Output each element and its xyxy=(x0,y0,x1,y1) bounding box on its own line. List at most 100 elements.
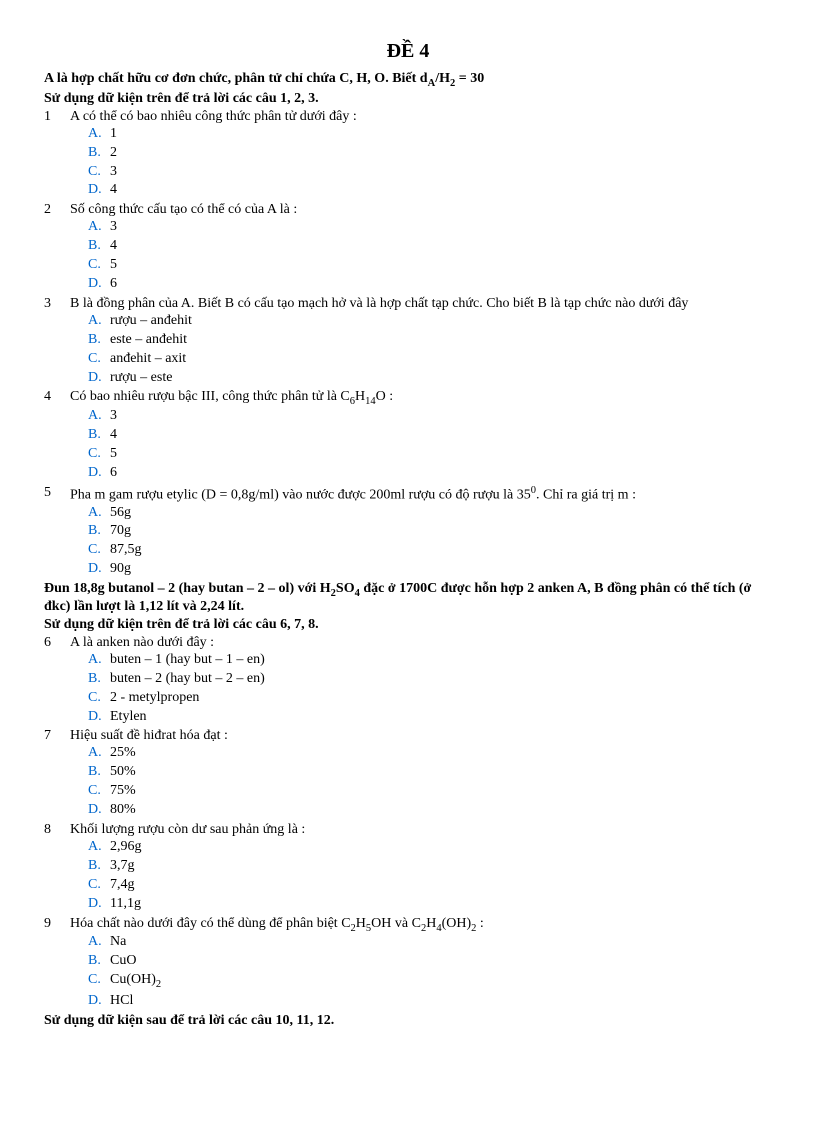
choice-label: C. xyxy=(88,445,110,464)
choice-text: 90g xyxy=(110,560,772,579)
choice-label: A. xyxy=(88,407,110,426)
choice: D.rượu – este xyxy=(88,369,772,388)
choice-text: 5 xyxy=(110,445,772,464)
choice-label: C. xyxy=(88,971,110,992)
choice-label: A. xyxy=(88,504,110,523)
choice-label: C. xyxy=(88,256,110,275)
choice-text: 25% xyxy=(110,744,772,763)
choice-text: buten – 2 (hay but – 2 – en) xyxy=(110,670,772,689)
question-text: B là đồng phân của A. Biết B có cấu tạo … xyxy=(70,296,772,312)
choice-text: 2,96g xyxy=(110,838,772,857)
choice-label: D. xyxy=(88,895,110,914)
choice-text: 2 - metylpropen xyxy=(110,689,772,708)
choice: C.75% xyxy=(88,782,772,801)
choice-label: D. xyxy=(88,801,110,820)
choice-label: A. xyxy=(88,933,110,952)
choice-label: A. xyxy=(88,125,110,144)
choice: B.buten – 2 (hay but – 2 – en) xyxy=(88,670,772,689)
choice-label: D. xyxy=(88,992,110,1011)
instruction-1: Sử dụng dữ kiện trên để trả lời các câu … xyxy=(44,91,772,107)
question-text: A là anken nào dưới đây : xyxy=(70,635,772,651)
question-1: 1A có thể có bao nhiêu công thức phân tử… xyxy=(44,109,772,201)
choice-label: A. xyxy=(88,744,110,763)
question-3: 3B là đồng phân của A. Biết B có cấu tạo… xyxy=(44,296,772,388)
choice: D.Etylen xyxy=(88,708,772,727)
choice: D.90g xyxy=(88,560,772,579)
choice-label: C. xyxy=(88,876,110,895)
choice: B.3,7g xyxy=(88,857,772,876)
choice-text: 80% xyxy=(110,801,772,820)
choice: C.anđehit – axit xyxy=(88,350,772,369)
choice: B.CuO xyxy=(88,952,772,971)
intro-text-1: A là hợp chất hữu cơ đơn chức, phân tử c… xyxy=(44,71,772,89)
choice: C.Cu(OH)2 xyxy=(88,971,772,992)
choice: C.2 - metylpropen xyxy=(88,689,772,708)
choice-text: este – anđehit xyxy=(110,331,772,350)
choice: A.rượu – anđehit xyxy=(88,312,772,331)
choice-text: 4 xyxy=(110,237,772,256)
question-number: 3 xyxy=(44,296,70,312)
question-text: Hiệu suất đề hiđrat hóa đạt : xyxy=(70,728,772,744)
choice-text: 11,1g xyxy=(110,895,772,914)
choice: C.3 xyxy=(88,163,772,182)
choice: A.25% xyxy=(88,744,772,763)
choice-label: C. xyxy=(88,689,110,708)
choice: B.50% xyxy=(88,763,772,782)
choice: B.70g xyxy=(88,522,772,541)
choice-label: D. xyxy=(88,369,110,388)
question-text: Có bao nhiêu rượu bậc III, công thức phâ… xyxy=(70,389,772,407)
choice: D.11,1g xyxy=(88,895,772,914)
choice-text: Cu(OH)2 xyxy=(110,971,772,992)
choice-text: 70g xyxy=(110,522,772,541)
question-number: 9 xyxy=(44,916,70,934)
choice-label: C. xyxy=(88,782,110,801)
choice-text: 3,7g xyxy=(110,857,772,876)
choice-label: B. xyxy=(88,331,110,350)
choice-text: 4 xyxy=(110,181,772,200)
choice-text: 7,4g xyxy=(110,876,772,895)
choice: A.3 xyxy=(88,218,772,237)
instruction-2: Sử dụng dữ kiện trên để trả lời các câu … xyxy=(44,617,772,633)
choice-text: 1 xyxy=(110,125,772,144)
question-number: 4 xyxy=(44,389,70,407)
choice-label: B. xyxy=(88,426,110,445)
choice: B.este – anđehit xyxy=(88,331,772,350)
choice-label: B. xyxy=(88,237,110,256)
question-text: Hóa chất nào dưới đây có thể dùng để phâ… xyxy=(70,916,772,934)
choice-text: 6 xyxy=(110,464,772,483)
choice: D.6 xyxy=(88,275,772,294)
question-4: 4Có bao nhiêu rượu bậc III, công thức ph… xyxy=(44,389,772,482)
choice-label: A. xyxy=(88,218,110,237)
choice-text: 75% xyxy=(110,782,772,801)
choice-label: D. xyxy=(88,560,110,579)
question-7: 7Hiệu suất đề hiđrat hóa đạt :A.25%B.50%… xyxy=(44,728,772,820)
choice-text: 2 xyxy=(110,144,772,163)
choice-text: Etylen xyxy=(110,708,772,727)
choice-label: D. xyxy=(88,464,110,483)
choice-text: rượu – anđehit xyxy=(110,312,772,331)
question-text: Số công thức cấu tạo có thể có của A là … xyxy=(70,202,772,218)
choice-label: B. xyxy=(88,522,110,541)
choice-label: B. xyxy=(88,857,110,876)
question-8: 8Khối lượng rượu còn dư sau phản ứng là … xyxy=(44,822,772,914)
choice: A.buten – 1 (hay but – 1 – en) xyxy=(88,651,772,670)
choice-text: 5 xyxy=(110,256,772,275)
choice-text: CuO xyxy=(110,952,772,971)
choice-label: C. xyxy=(88,350,110,369)
question-number: 7 xyxy=(44,728,70,744)
choice-text: anđehit – axit xyxy=(110,350,772,369)
choice-label: B. xyxy=(88,763,110,782)
choice: C.87,5g xyxy=(88,541,772,560)
choice: A.1 xyxy=(88,125,772,144)
choice-text: 87,5g xyxy=(110,541,772,560)
question-text: A có thể có bao nhiêu công thức phân tử … xyxy=(70,109,772,125)
choice: A.3 xyxy=(88,407,772,426)
choice-text: 3 xyxy=(110,407,772,426)
choice: D.80% xyxy=(88,801,772,820)
choice: C.7,4g xyxy=(88,876,772,895)
question-9: 9Hóa chất nào dưới đây có thể dùng để ph… xyxy=(44,916,772,1011)
question-text: Pha m gam rượu etylic (D = 0,8g/ml) vào … xyxy=(70,485,772,504)
choice: D.6 xyxy=(88,464,772,483)
question-6: 6A là anken nào dưới đây :A.buten – 1 (h… xyxy=(44,635,772,727)
question-2: 2Số công thức cấu tạo có thể có của A là… xyxy=(44,202,772,294)
